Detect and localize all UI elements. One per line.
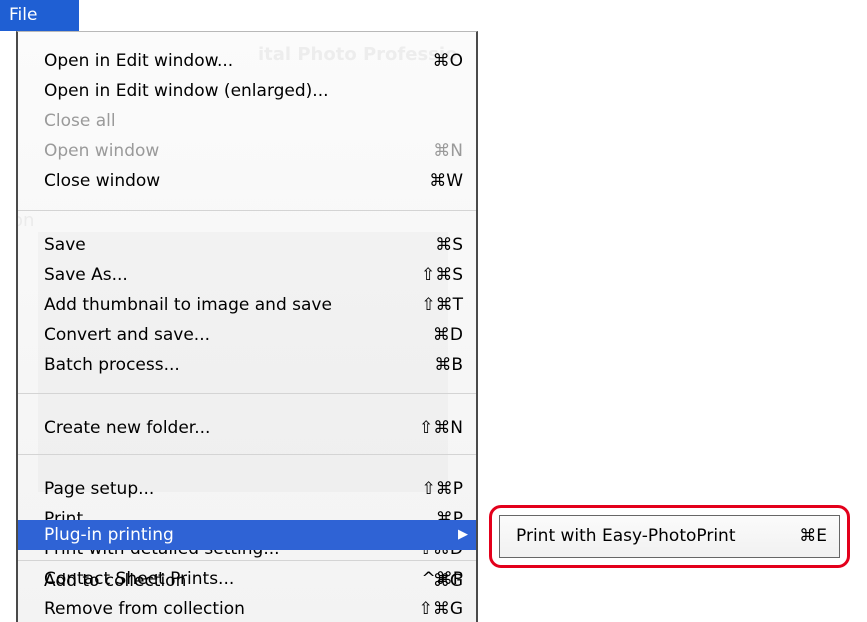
menu-item-batch-process[interactable]: Batch process... ⌘B <box>18 350 476 380</box>
submenu-item-label: Print with Easy-PhotoPrint <box>516 526 736 546</box>
menu-item-label: Convert and save... <box>44 325 211 345</box>
menu-item-label: Add thumbnail to image and save <box>44 295 332 315</box>
menu-item-save-as[interactable]: Save As... ⇧⌘S <box>18 260 476 290</box>
menu-item-add-to-collection[interactable]: Add to collection ⌘G <box>18 566 476 596</box>
menu-item-label: Remove from collection <box>44 599 245 619</box>
menu-item-convert-and-save[interactable]: Convert and save... ⌘D <box>18 320 476 350</box>
menu-item-page-setup[interactable]: Page setup... ⇧⌘P <box>18 474 476 504</box>
menu-item-add-thumbnail[interactable]: Add thumbnail to image and save ⇧⌘T <box>18 290 476 320</box>
menu-item-label: Open window <box>44 141 160 161</box>
menu-item-shortcut: ⇧⌘T <box>421 295 463 315</box>
submenu-arrow-icon: ▶ <box>458 527 468 542</box>
menu-item-create-new-folder[interactable]: Create new folder... ⇧⌘N <box>18 413 476 443</box>
menu-item-close-all: Close all <box>18 106 476 136</box>
menu-separator <box>18 454 476 455</box>
menu-item-remove-from-collection[interactable]: Remove from collection ⇧⌘G <box>18 594 476 622</box>
menu-item-shortcut: ⌘B <box>434 355 463 375</box>
menu-item-label: Save <box>44 235 86 255</box>
menu-item-shortcut: ⇧⌘P <box>421 479 464 499</box>
menu-item-shortcut: ⌘N <box>433 141 463 161</box>
menu-item-open-window: Open window ⌘N <box>18 136 476 166</box>
menu-item-plug-in-printing[interactable]: Plug-in printing ▶ <box>18 520 476 550</box>
menu-item-label: Close window <box>44 171 161 191</box>
file-menu: ital Photo Professio on Open in Edit win… <box>16 31 478 622</box>
submenu-item-print-with-easy-photoprint[interactable]: Print with Easy-PhotoPrint ⌘E <box>499 515 840 558</box>
menu-item-label: Page setup... <box>44 479 155 499</box>
menu-separator <box>18 560 476 561</box>
submenu-item-shortcut: ⌘E <box>799 526 827 546</box>
menu-item-label: Close all <box>44 111 116 131</box>
menu-item-open-in-edit-window[interactable]: Open in Edit window... ⌘O <box>18 46 476 76</box>
menu-separator <box>18 210 476 211</box>
menu-item-shortcut: ⇧⌘G <box>418 599 463 619</box>
menu-item-close-window[interactable]: Close window ⌘W <box>18 166 476 196</box>
submenu-callout: Print with Easy-PhotoPrint ⌘E <box>489 505 850 568</box>
menu-item-shortcut: ⇧⌘S <box>420 265 463 285</box>
menu-item-shortcut: ⌘G <box>432 571 463 591</box>
menu-item-save[interactable]: Save ⌘S <box>18 230 476 260</box>
menu-item-open-in-edit-window-enlarged[interactable]: Open in Edit window (enlarged)... <box>18 76 476 106</box>
menu-item-shortcut: ⇧⌘N <box>419 418 463 438</box>
menu-item-label: Open in Edit window... <box>44 51 234 71</box>
menu-item-shortcut: ⌘D <box>432 325 463 345</box>
menu-item-label: Plug-in printing <box>44 525 174 545</box>
menu-item-label: Add to collection <box>44 571 187 591</box>
menu-item-shortcut: ⌘S <box>435 235 463 255</box>
menu-item-label: Batch process... <box>44 355 180 375</box>
menu-item-shortcut: ⌘O <box>432 51 463 71</box>
menu-separator <box>18 393 476 394</box>
file-menu-title[interactable]: File <box>0 0 79 31</box>
menu-item-label: Save As... <box>44 265 128 285</box>
menu-item-label: Create new folder... <box>44 418 211 438</box>
menu-item-shortcut: ⌘W <box>429 171 463 191</box>
menu-item-label: Open in Edit window (enlarged)... <box>44 81 329 101</box>
background-window-tab: on <box>18 210 35 231</box>
